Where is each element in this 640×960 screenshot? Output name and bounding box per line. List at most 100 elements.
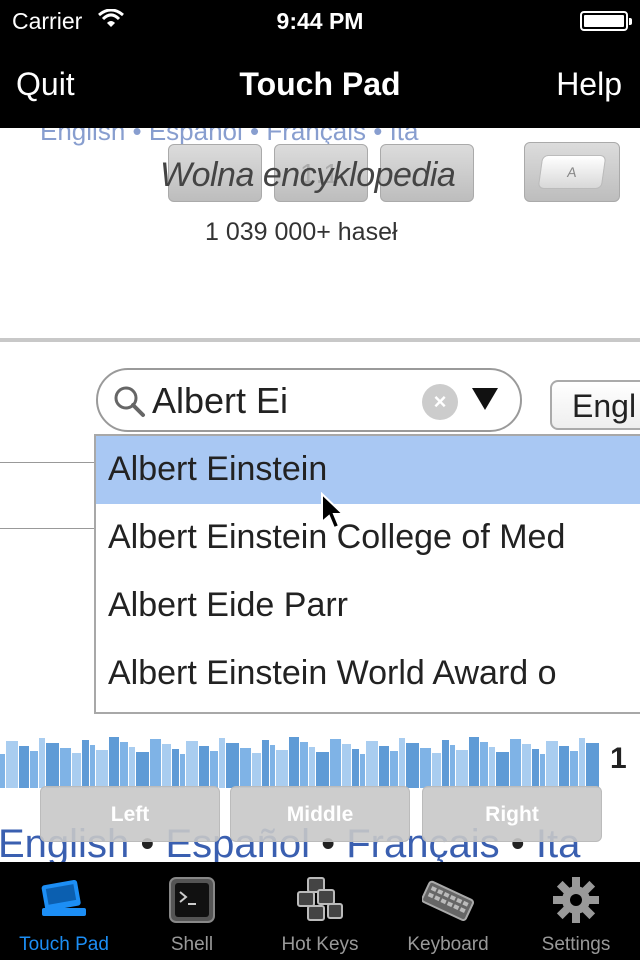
book-spine: [559, 746, 569, 788]
book-spine: [522, 744, 531, 788]
book-spine: [540, 754, 545, 788]
divider: [0, 338, 640, 342]
book-spine: [90, 745, 95, 788]
book-spine: [496, 752, 509, 788]
page-title: Touch Pad: [239, 66, 401, 102]
suggestion-item[interactable]: Albert Einstein College of Med: [96, 504, 640, 572]
suggestion-item[interactable]: Albert Einstein: [96, 436, 640, 504]
book-spine: [316, 752, 329, 788]
book-spine: [199, 746, 209, 788]
book-spine: [186, 741, 198, 788]
book-spine: [579, 738, 585, 788]
book-spine: [252, 753, 261, 788]
tab-hot-keys[interactable]: Hot Keys: [256, 862, 384, 960]
right-click-button[interactable]: Right: [422, 786, 602, 842]
tab-settings[interactable]: Settings: [512, 862, 640, 960]
search-input[interactable]: [152, 380, 402, 422]
book-spine: [379, 746, 389, 788]
book-spine: [226, 743, 239, 788]
touchpad-icon: [41, 879, 86, 916]
book-spine: [342, 744, 351, 788]
book-spine: [210, 751, 218, 788]
keyboard-icon: [422, 880, 474, 922]
divider: [0, 528, 94, 529]
keyboard-toggle-button[interactable]: A: [524, 142, 620, 202]
book-spine: [30, 751, 38, 788]
suggestion-item[interactable]: Albert Einstein World Award o: [96, 640, 640, 708]
mouse-pointer-icon: [321, 492, 346, 530]
book-spine: [6, 741, 18, 788]
hotkeys-icon: [297, 877, 343, 921]
book-spine: [510, 739, 521, 788]
tab-label: Hot Keys: [281, 934, 359, 955]
bookshelf-image: [0, 737, 599, 788]
book-spine: [480, 742, 488, 788]
search-icon: [114, 386, 145, 417]
book-spine: [162, 744, 171, 788]
book-spine: [570, 751, 578, 788]
suggestion-item[interactable]: Albert Eide Parr: [96, 572, 640, 640]
tab-label: Settings: [541, 934, 611, 955]
suggestion-list: Albert Einstein Albert Einstein College …: [94, 434, 640, 714]
divider: [0, 462, 94, 463]
book-spine: [489, 747, 495, 788]
tab-bar: Touch Pad Shell Hot Keys Keyboard Settin…: [0, 862, 640, 960]
book-spine: [72, 753, 81, 788]
book-spine: [46, 743, 59, 788]
page-number: 1: [610, 742, 627, 775]
navigation-bar: Quit Touch Pad Help: [0, 40, 640, 128]
book-spine: [366, 741, 378, 788]
book-spine: [150, 739, 161, 788]
language-select[interactable]: Engl: [550, 380, 640, 430]
tab-keyboard[interactable]: Keyboard: [384, 862, 512, 960]
tab-shell[interactable]: Shell: [128, 862, 256, 960]
book-spine: [309, 747, 315, 788]
book-spine: [432, 753, 441, 788]
terminal-icon: [169, 877, 215, 923]
book-spine: [240, 748, 251, 788]
remote-screen[interactable]: English • Español • Français • Ita 1:1 W…: [0, 128, 640, 862]
book-spine: [276, 750, 288, 788]
book-spine: [19, 746, 29, 788]
book-spine: [420, 748, 431, 788]
gear-icon: [553, 877, 599, 923]
book-spine: [172, 749, 179, 788]
keyboard-key-icon: A: [537, 155, 607, 189]
tab-label: Keyboard: [407, 934, 489, 955]
book-spine: [60, 748, 71, 788]
book-spine: [39, 738, 45, 788]
book-spine: [456, 750, 468, 788]
book-spine: [82, 740, 89, 788]
book-spine: [219, 738, 225, 788]
help-button[interactable]: Help: [556, 66, 622, 103]
book-spine: [330, 739, 341, 788]
book-spine: [96, 750, 108, 788]
book-spine: [360, 754, 365, 788]
tab-touch-pad[interactable]: Touch Pad: [0, 862, 128, 960]
tab-label: Touch Pad: [19, 934, 109, 955]
wiki-title: Wolna encyklopedia: [160, 156, 456, 194]
book-spine: [406, 743, 419, 788]
tab-label: Shell: [170, 934, 214, 955]
book-spine: [469, 737, 479, 788]
top-bar: Carrier 9:44 PM Quit Touch Pad Help: [0, 0, 640, 128]
book-spine: [129, 747, 135, 788]
book-spine: [352, 749, 359, 788]
status-time: 9:44 PM: [276, 8, 364, 34]
wiki-article-count: 1 039 000+ haseł: [205, 218, 398, 246]
book-spine: [136, 752, 149, 788]
middle-click-button[interactable]: Middle: [230, 786, 410, 842]
book-spine: [180, 754, 185, 788]
status-bar: Carrier 9:44 PM: [0, 0, 640, 40]
clear-icon[interactable]: ×: [422, 384, 458, 420]
book-spine: [120, 742, 128, 788]
search-box[interactable]: ×: [96, 368, 522, 432]
book-spine: [399, 738, 405, 788]
book-spine: [0, 754, 5, 788]
book-spine: [289, 737, 299, 788]
book-spine: [262, 740, 269, 788]
left-click-button[interactable]: Left: [40, 786, 220, 842]
book-spine: [270, 745, 275, 788]
dropdown-arrow-icon[interactable]: [472, 388, 498, 410]
book-spine: [546, 741, 558, 788]
